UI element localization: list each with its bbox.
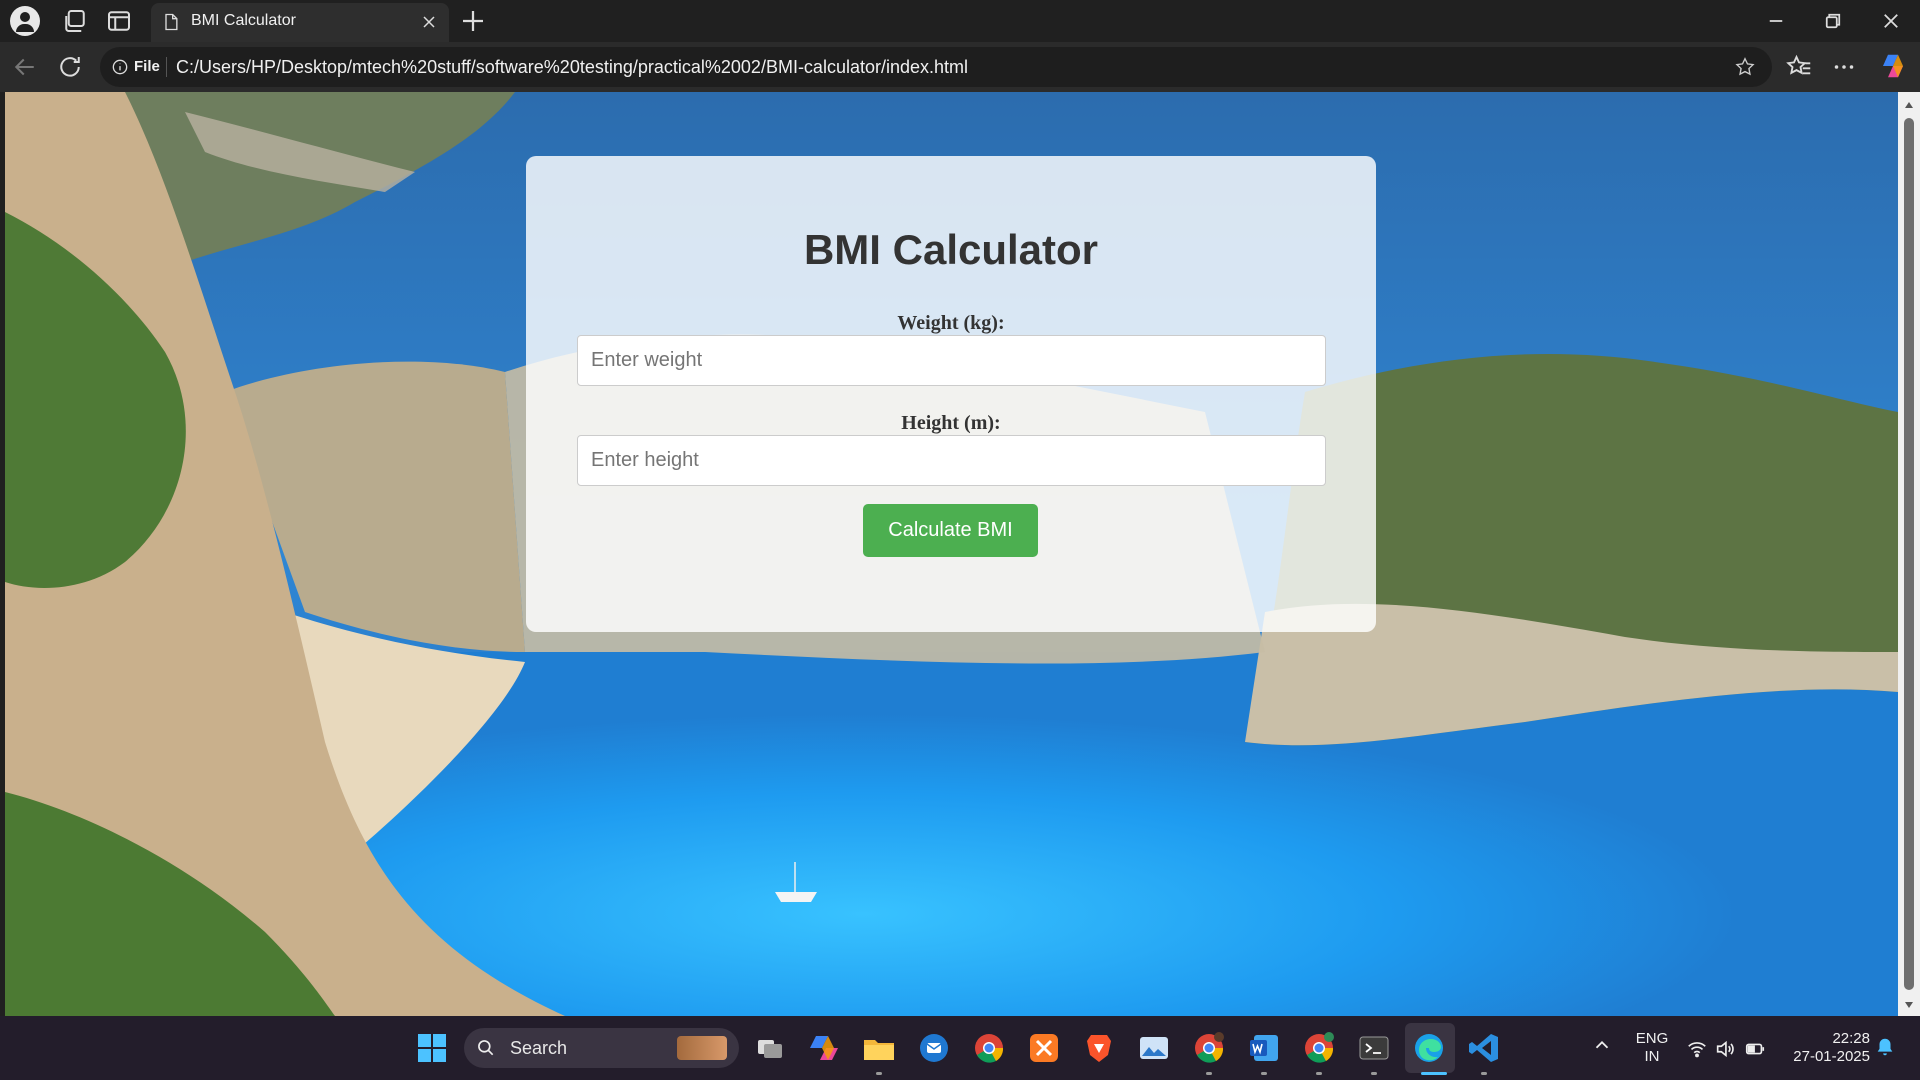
battery-icon[interactable] bbox=[1744, 1038, 1766, 1060]
scrollbar-thumb[interactable] bbox=[1904, 118, 1914, 990]
word-icon[interactable] bbox=[1246, 1030, 1282, 1066]
vscode-icon[interactable] bbox=[1466, 1030, 1502, 1066]
wifi-icon[interactable] bbox=[1686, 1038, 1708, 1060]
xampp-icon[interactable] bbox=[1026, 1030, 1062, 1066]
language-code: ENG bbox=[1635, 1030, 1669, 1047]
weight-label: Weight (kg): bbox=[897, 312, 1005, 334]
calculate-bmi-button[interactable]: Calculate BMI bbox=[863, 504, 1038, 557]
brave-icon[interactable] bbox=[1081, 1030, 1117, 1066]
file-explorer-icon[interactable] bbox=[861, 1030, 897, 1066]
minimize-icon[interactable] bbox=[1761, 6, 1791, 36]
copilot-icon[interactable] bbox=[1878, 51, 1908, 81]
running-indicator bbox=[876, 1072, 882, 1075]
active-indicator bbox=[1421, 1072, 1447, 1075]
scroll-up-icon[interactable] bbox=[1903, 98, 1915, 110]
address-toolbar: File C:/Users/HP/Desktop/mtech%20stuff/s… bbox=[0, 42, 1920, 92]
vertical-tabs-icon[interactable] bbox=[104, 6, 134, 36]
running-indicator bbox=[1206, 1072, 1212, 1075]
chrome-icon[interactable] bbox=[971, 1030, 1007, 1066]
clock[interactable]: 22:28 27-01-2025 bbox=[1780, 1030, 1870, 1066]
workspaces-icon[interactable] bbox=[60, 6, 90, 36]
clock-date: 27-01-2025 bbox=[1793, 1048, 1870, 1065]
close-window-icon[interactable] bbox=[1876, 6, 1906, 36]
page-viewport: BMI Calculator Weight (kg): Height (m): … bbox=[5, 92, 1898, 1016]
chrome-profile-icon[interactable] bbox=[1191, 1030, 1227, 1066]
search-highlight-icon bbox=[677, 1036, 727, 1060]
tab-bmi-calculator[interactable]: BMI Calculator bbox=[151, 3, 449, 42]
height-label: Height (m): bbox=[901, 412, 1001, 434]
running-indicator bbox=[1371, 1072, 1377, 1075]
language-indicator[interactable]: ENG IN bbox=[1632, 1030, 1672, 1066]
chrome-profile-2-icon[interactable] bbox=[1301, 1030, 1337, 1066]
taskbar-search[interactable]: Search bbox=[464, 1028, 739, 1068]
tab-title: BMI Calculator bbox=[191, 12, 296, 29]
page-scrollbar[interactable] bbox=[1898, 92, 1920, 1016]
address-field[interactable]: File C:/Users/HP/Desktop/mtech%20stuff/s… bbox=[100, 47, 1772, 87]
windows-taskbar: Search ENG IN 22:28 27-01-2025 bbox=[0, 1016, 1920, 1080]
notification-bell-icon[interactable] bbox=[1874, 1036, 1896, 1058]
favorites-icon[interactable] bbox=[1784, 52, 1814, 82]
edge-icon[interactable] bbox=[1411, 1030, 1447, 1066]
info-icon[interactable] bbox=[110, 57, 130, 77]
task-view-icon[interactable] bbox=[752, 1030, 788, 1066]
copilot-app-icon[interactable] bbox=[806, 1030, 842, 1066]
scroll-down-icon[interactable] bbox=[1903, 998, 1915, 1010]
address-divider bbox=[166, 57, 167, 77]
region-code: IN bbox=[1644, 1048, 1660, 1065]
terminal-icon[interactable] bbox=[1356, 1030, 1392, 1066]
running-indicator bbox=[1481, 1072, 1487, 1075]
refresh-icon[interactable] bbox=[55, 52, 85, 82]
profile-avatar-icon[interactable] bbox=[10, 6, 40, 36]
favorite-star-icon[interactable] bbox=[1734, 56, 1756, 78]
search-icon bbox=[476, 1038, 496, 1058]
running-indicator bbox=[1261, 1072, 1267, 1075]
search-placeholder: Search bbox=[510, 1038, 568, 1058]
height-input[interactable] bbox=[577, 435, 1326, 486]
browser-tab-bar: BMI Calculator bbox=[0, 0, 1920, 42]
weight-input[interactable] bbox=[577, 335, 1326, 386]
page-icon bbox=[161, 12, 181, 32]
page-title: BMI Calculator bbox=[803, 226, 1099, 273]
url-text[interactable]: C:/Users/HP/Desktop/mtech%20stuff/softwa… bbox=[176, 57, 968, 78]
restore-icon[interactable] bbox=[1818, 6, 1848, 36]
show-hidden-icons-icon[interactable] bbox=[1591, 1034, 1613, 1056]
running-indicator bbox=[1316, 1072, 1322, 1075]
windows-start-icon[interactable] bbox=[414, 1030, 450, 1066]
new-tab-icon[interactable] bbox=[458, 6, 488, 36]
file-scheme-label: File bbox=[134, 58, 160, 75]
bmi-form-card: BMI Calculator Weight (kg): Height (m): … bbox=[526, 156, 1376, 632]
more-options-icon[interactable] bbox=[1829, 52, 1859, 82]
volume-icon[interactable] bbox=[1714, 1038, 1736, 1060]
thunderbird-icon[interactable] bbox=[916, 1030, 952, 1066]
back-icon[interactable] bbox=[10, 52, 40, 82]
photos-icon[interactable] bbox=[1136, 1030, 1172, 1066]
close-tab-icon[interactable] bbox=[419, 12, 439, 32]
clock-time: 22:28 bbox=[1832, 1030, 1870, 1047]
